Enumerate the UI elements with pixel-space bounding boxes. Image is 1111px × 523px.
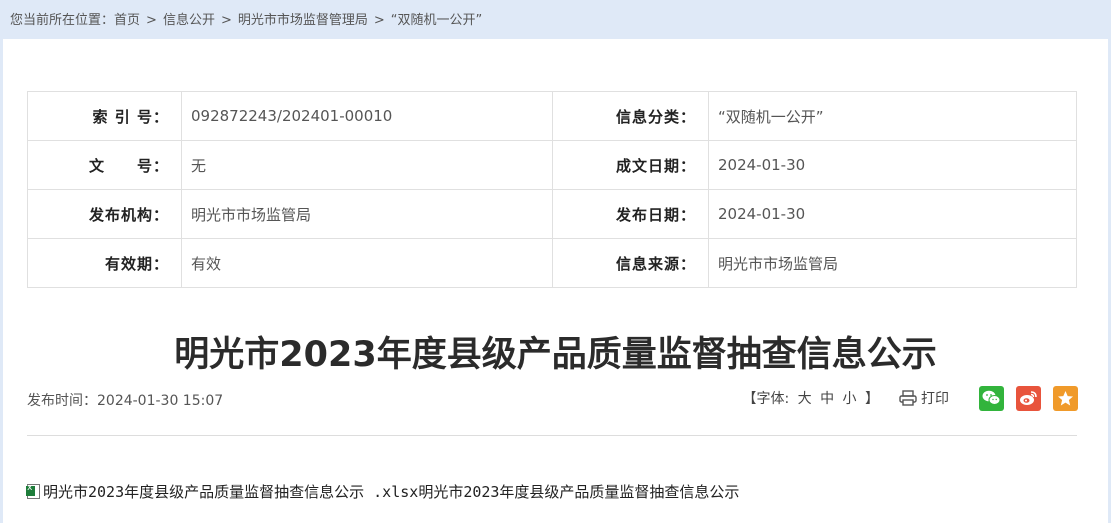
- font-size-small-button[interactable]: 小: [843, 391, 857, 407]
- doc-no-label: 文 号：: [27, 140, 182, 190]
- created-date-value: 2024-01-30: [708, 140, 1077, 190]
- breadcrumb-bureau[interactable]: 明光市市场监督管理局: [238, 13, 368, 28]
- doc-no-value: 无: [181, 140, 553, 190]
- print-button[interactable]: 打印: [899, 388, 949, 408]
- published-date-value: 2024-01-30: [708, 189, 1077, 239]
- article-title: 明光市2023年度县级产品质量监督抽查信息公示: [174, 335, 937, 375]
- validity-value: 有效: [181, 238, 553, 288]
- breadcrumb-info-open[interactable]: 信息公开: [163, 13, 215, 28]
- favorite-button[interactable]: [1053, 385, 1078, 411]
- breadcrumb-prefix: 您当前所在位置：: [10, 13, 115, 28]
- publisher-label: 发布机构：: [27, 189, 182, 239]
- attachment-link[interactable]: 明光市2023年度县级产品质量监督抽查信息公示 .xlsx: [43, 481, 418, 502]
- share-weibo-button[interactable]: [1016, 385, 1041, 411]
- table-row: 发布机构： 明光市市场监管局 发布日期： 2024-01-30: [27, 189, 1077, 239]
- weibo-icon: [1020, 391, 1037, 405]
- publisher-value: 明光市市场监管局: [181, 189, 553, 239]
- published-date-label: 发布日期：: [552, 189, 709, 239]
- index-no-label: 索 引 号：: [27, 91, 182, 141]
- breadcrumb-home[interactable]: 首页: [114, 13, 140, 28]
- table-row: 有效期： 有效 信息来源： 明光市市场监管局: [27, 238, 1077, 288]
- category-value: “双随机一公开”: [708, 91, 1077, 141]
- table-row: 索 引 号： 092872243/202401-00010 信息分类： “双随机…: [27, 91, 1077, 141]
- content-panel: 索 引 号： 092872243/202401-00010 信息分类： “双随机…: [3, 39, 1108, 523]
- breadcrumb-separator: >: [220, 13, 232, 28]
- print-label: 打印: [921, 391, 949, 407]
- breadcrumb-separator: >: [373, 13, 385, 28]
- font-size-prefix: 【字体:: [742, 391, 790, 407]
- attachment: 明光市2023年度县级产品质量监督抽查信息公示 .xlsx 明光市2023年度县…: [26, 480, 740, 502]
- font-size-large-button[interactable]: 大: [798, 391, 812, 407]
- article-tools: 【字体: 大 中 小 】 打印: [740, 384, 1078, 412]
- font-size-selector: 【字体: 大 中 小 】: [740, 388, 881, 408]
- share-wechat-button[interactable]: [979, 385, 1004, 411]
- font-size-medium-button[interactable]: 中: [820, 391, 834, 407]
- breadcrumb-current[interactable]: “双随机一公开”: [391, 13, 482, 28]
- table-row: 文 号： 无 成文日期： 2024-01-30: [27, 140, 1077, 190]
- star-icon: [1058, 390, 1073, 405]
- created-date-label: 成文日期：: [552, 140, 709, 190]
- index-no-value: 092872243/202401-00010: [181, 91, 553, 141]
- publish-time: 发布时间：2024-01-30 15:07: [27, 393, 224, 409]
- source-value: 明光市市场监管局: [708, 238, 1077, 288]
- category-label: 信息分类：: [552, 91, 709, 141]
- wechat-icon: [982, 390, 1001, 405]
- printer-icon: [899, 390, 917, 406]
- breadcrumb-separator: >: [146, 13, 157, 28]
- breadcrumb: 您当前所在位置：首页 > 信息公开 > 明光市市场监督管理局 > “双随机一公开”: [0, 0, 1111, 38]
- source-label: 信息来源：: [552, 238, 709, 288]
- excel-file-icon: [26, 483, 40, 499]
- attachment-description: 明光市2023年度县级产品质量监督抽查信息公示: [418, 482, 740, 501]
- font-size-suffix: 】: [865, 391, 879, 407]
- metadata-table: 索 引 号： 092872243/202401-00010 信息分类： “双随机…: [27, 91, 1077, 288]
- validity-label: 有效期：: [27, 238, 182, 288]
- divider: [27, 435, 1077, 436]
